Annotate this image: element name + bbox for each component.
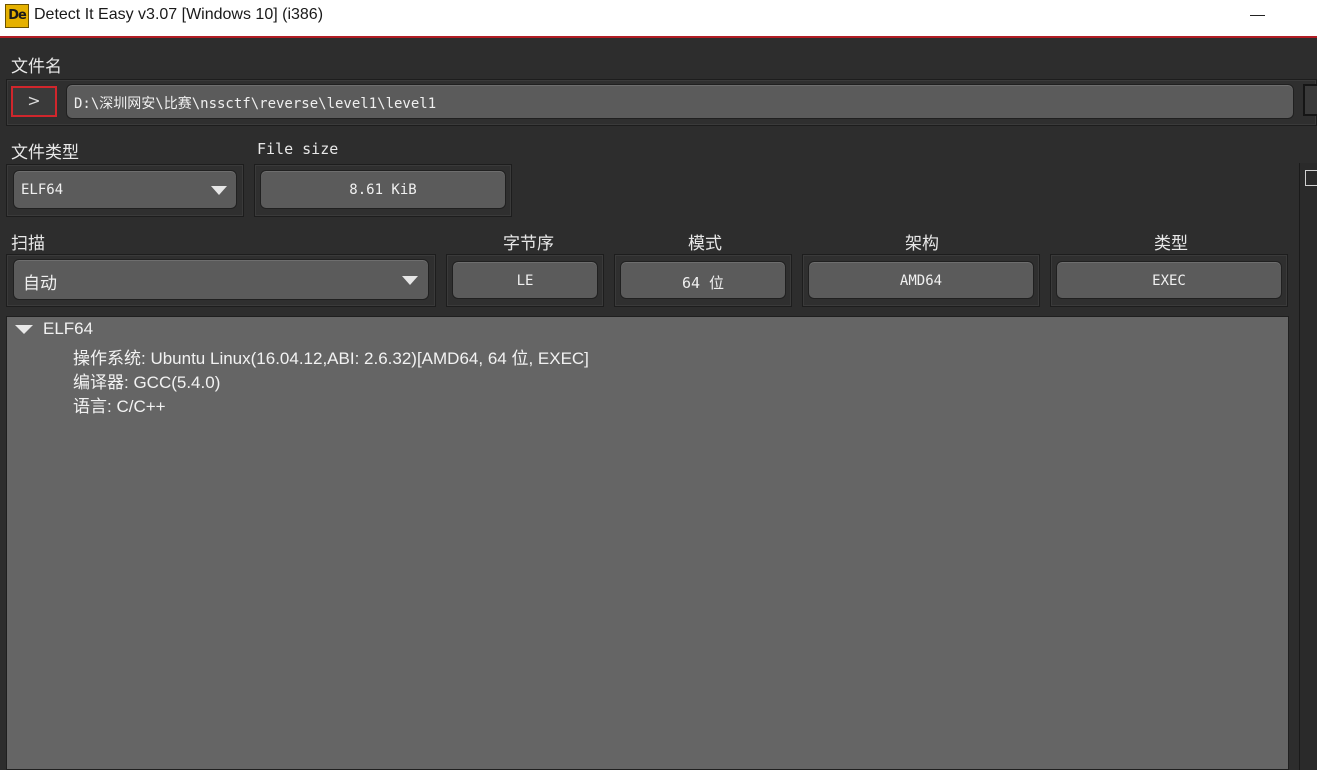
scan-mode-value: 自动 (23, 274, 57, 293)
file-type-value: ELF64 (21, 182, 64, 198)
checkbox-partial[interactable] (1305, 170, 1317, 186)
file-size-label: File size (257, 140, 339, 158)
endianness-button[interactable]: LE (452, 261, 598, 299)
architecture-button[interactable]: AMD64 (808, 261, 1034, 299)
right-panel-strip (1299, 163, 1317, 770)
type-label: 类型 (1154, 234, 1188, 253)
expand-button[interactable]: > (11, 86, 57, 117)
file-type-label: 文件类型 (11, 143, 79, 162)
tree-expanded-icon[interactable] (15, 325, 33, 334)
file-path-field[interactable]: D:\深圳网安\比赛\nssctf\reverse\level1\level1 (66, 84, 1294, 119)
mode-label: 模式 (688, 234, 722, 253)
file-name-label: 文件名 (11, 57, 62, 76)
title-bar: De Detect It Easy v3.07 [Windows 10] (i3… (0, 0, 1317, 38)
minimize-icon[interactable] (1232, 0, 1286, 32)
scan-mode-select[interactable]: 自动 (13, 259, 429, 300)
endianness-label: 字节序 (503, 234, 554, 253)
results-tree[interactable]: ELF64 操作系统: Ubuntu Linux(16.04.12,ABI: 2… (6, 316, 1289, 770)
file-type-select[interactable]: ELF64 (13, 170, 237, 209)
chevron-down-icon (211, 186, 227, 195)
chevron-down-icon (402, 276, 418, 285)
tree-child-os[interactable]: 操作系统: Ubuntu Linux(16.04.12,ABI: 2.6.32)… (73, 344, 589, 369)
scan-label: 扫描 (11, 234, 45, 253)
window-title: Detect It Easy v3.07 [Windows 10] (i386) (34, 6, 324, 23)
file-size-button[interactable]: 8.61 KiB (260, 170, 506, 209)
tree-root-item[interactable]: ELF64 (43, 319, 93, 339)
type-button[interactable]: EXEC (1056, 261, 1282, 299)
mode-button[interactable]: 64 位 (620, 261, 786, 299)
tree-child-language[interactable]: 语言: C/C++ (73, 392, 166, 417)
browse-button-partial[interactable] (1303, 84, 1317, 116)
app-logo-icon: De (5, 4, 29, 28)
architecture-label: 架构 (905, 234, 939, 253)
tree-child-compiler[interactable]: 编译器: GCC(5.4.0) (73, 368, 220, 393)
